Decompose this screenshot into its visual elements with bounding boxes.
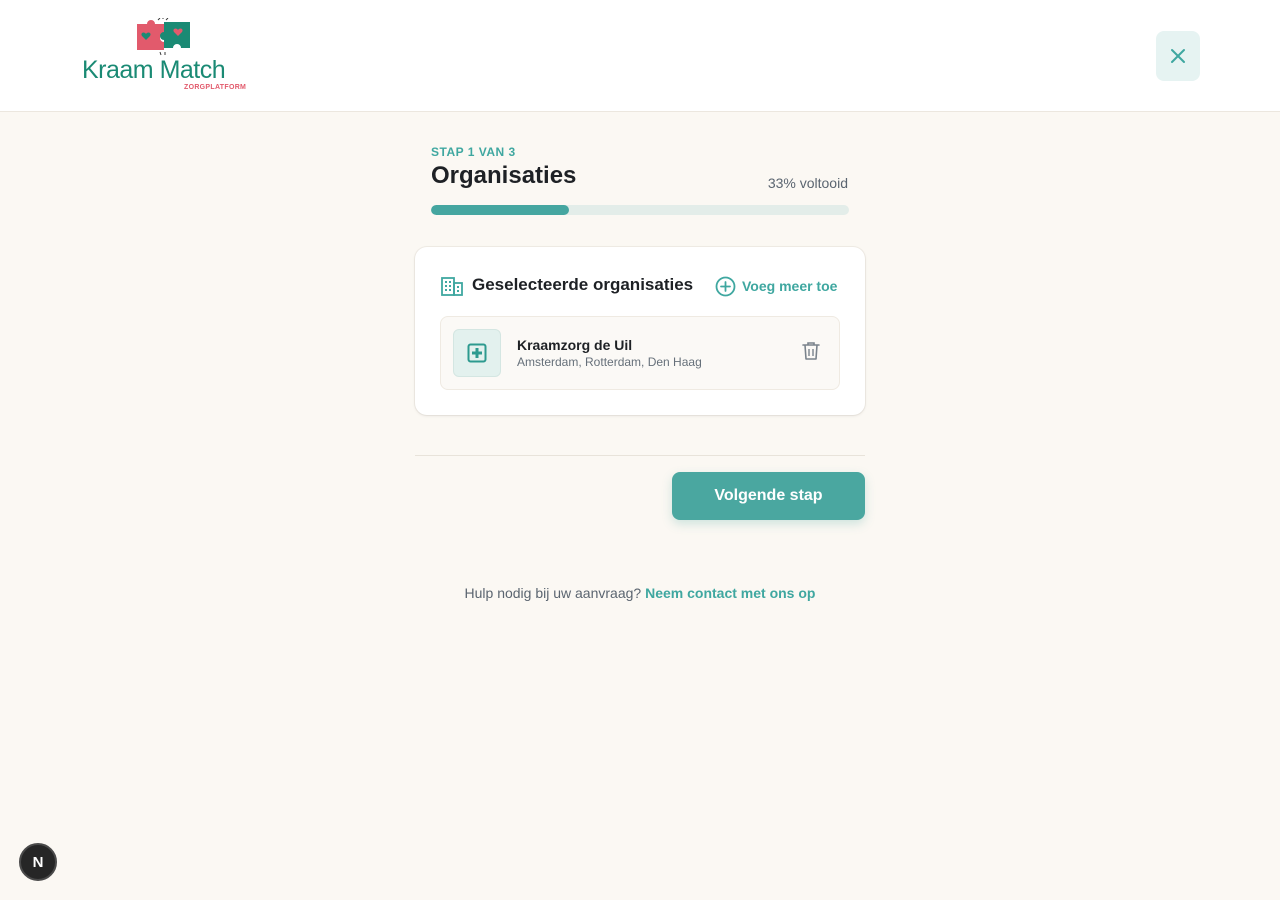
next-step-button[interactable]: Volgende stap (672, 472, 865, 520)
progress-bar (431, 205, 849, 215)
step-indicator: STAP 1 VAN 3 (431, 145, 516, 159)
dev-tools-badge[interactable]: N (19, 843, 57, 881)
selected-organizations-card: Geselecteerde organisaties Voeg meer toe… (415, 247, 865, 415)
card-title: Geselecteerde organisaties (472, 275, 694, 294)
help-text: Hulp nodig bij uw aanvraag? Neem contact… (0, 585, 1280, 601)
help-question: Hulp nodig bij uw aanvraag? (464, 585, 642, 601)
trash-icon (802, 342, 820, 360)
plus-circle-icon (715, 276, 736, 296)
organization-item: Kraamzorg de Uil Amsterdam, Rotterdam, D… (440, 316, 840, 390)
puzzle-logo-icon (137, 18, 190, 56)
organization-name: Kraamzorg de Uil (517, 337, 633, 353)
building-icon (441, 277, 463, 296)
divider (415, 455, 865, 456)
progress-bar-fill (431, 205, 569, 215)
organization-locations: Amsterdam, Rotterdam, Den Haag (517, 355, 702, 369)
close-button[interactable] (1156, 31, 1200, 81)
add-more-button[interactable]: Voeg meer toe (715, 275, 837, 297)
brand-name: Kraam Match (82, 56, 226, 84)
close-icon (1171, 49, 1185, 63)
header: Kraam Match ZORGPLATFORM (0, 0, 1280, 112)
medical-plus-icon (467, 343, 487, 363)
remove-organization-button[interactable] (799, 339, 823, 363)
add-more-label: Voeg meer toe (742, 278, 838, 294)
page-title: Organisaties (431, 162, 577, 189)
organization-icon-box (453, 329, 501, 377)
brand-tagline: ZORGPLATFORM (184, 84, 247, 91)
brand-logo[interactable]: Kraam Match ZORGPLATFORM (82, 18, 250, 94)
progress-text: 33% voltooid (767, 175, 848, 191)
contact-link[interactable]: Neem contact met ons op (645, 585, 815, 601)
